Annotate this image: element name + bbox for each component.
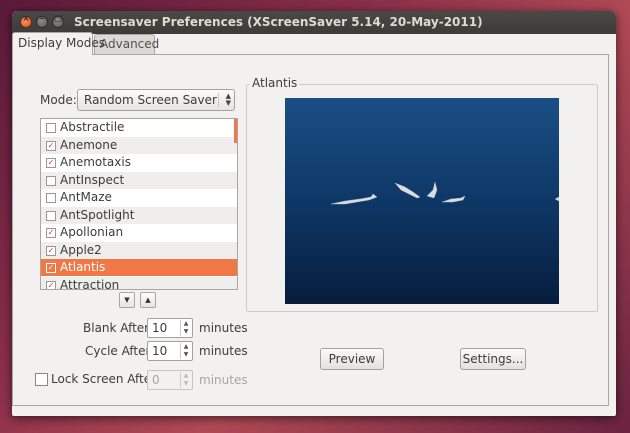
mode-select-value: Random Screen Saver xyxy=(84,93,217,107)
saver-name: Atlantis xyxy=(60,260,106,274)
saver-checkbox[interactable]: ✓ xyxy=(46,280,56,289)
saver-name: Apple2 xyxy=(60,242,102,257)
maximize-button[interactable]: □ xyxy=(52,14,64,28)
spinner-arrows-icon[interactable]: ▲ ▼ xyxy=(180,320,191,336)
cycle-after-spinner[interactable]: 10 ▲ ▼ xyxy=(147,341,193,361)
saver-name: Attraction xyxy=(60,277,120,290)
saver-name: AntInspect xyxy=(60,172,125,187)
mode-label: Mode: xyxy=(40,93,77,107)
close-icon: × xyxy=(22,14,30,24)
cycle-after-label: Cycle After xyxy=(85,344,151,358)
lock-screen-value: 0 xyxy=(152,373,160,387)
list-item[interactable]: AntMaze xyxy=(41,189,237,206)
mode-select[interactable]: Random Screen Saver ▲ ▼ xyxy=(77,89,235,111)
saver-checkbox[interactable] xyxy=(46,175,56,186)
shark-1 xyxy=(330,193,378,205)
spinner-arrows-icon: ▲ ▼ xyxy=(180,372,191,388)
saver-checkbox[interactable]: ✓ xyxy=(46,245,56,256)
saver-checkbox[interactable]: ✓ xyxy=(46,263,56,273)
saver-checkbox[interactable] xyxy=(46,210,56,221)
lock-screen-label: Lock Screen After xyxy=(51,372,157,386)
screensaver-list[interactable]: Abstractile ✓ Anemone ✓ Anemotaxis AntInspect… xyxy=(40,118,238,290)
saver-checkbox[interactable]: ✓ xyxy=(46,140,56,151)
minimize-icon: – xyxy=(39,14,45,24)
blank-after-label: Blank After xyxy=(83,321,150,335)
saver-name: Anemone xyxy=(60,137,118,152)
preview-frame-title: Atlantis xyxy=(250,76,300,90)
lock-screen-unit: minutes xyxy=(199,373,248,387)
saver-name: AntSpotlight xyxy=(60,207,135,222)
spinner-arrows-icon[interactable]: ▲ ▼ xyxy=(180,343,191,359)
move-up-button[interactable]: ▲ xyxy=(140,292,156,308)
preview-image xyxy=(285,98,560,304)
list-scrollbar[interactable] xyxy=(234,119,237,143)
chevron-down-icon: ▼ xyxy=(124,296,130,304)
saver-name: Apollonian xyxy=(60,225,124,239)
list-item[interactable]: ✓ Anemone xyxy=(41,136,237,154)
window-title: Screensaver Preferences (XScreenSaver 5.… xyxy=(74,15,483,29)
shark-5 xyxy=(554,196,560,202)
settings-button[interactable]: Settings... xyxy=(460,348,526,370)
list-item[interactable]: AntInspect xyxy=(41,171,237,189)
chevron-up-icon: ▲ xyxy=(145,296,151,304)
shark-2 xyxy=(394,182,421,199)
list-item[interactable]: ✓ Attraction xyxy=(41,276,237,290)
blank-after-spinner[interactable]: 10 ▲ ▼ xyxy=(147,318,193,338)
saver-checkbox[interactable]: ✓ xyxy=(46,158,56,168)
preview-button[interactable]: Preview xyxy=(320,348,384,370)
move-down-button[interactable]: ▼ xyxy=(119,292,135,308)
cycle-after-unit: minutes xyxy=(199,344,248,358)
title-bar[interactable]: × – □ Screensaver Preferences (XScreenSa… xyxy=(12,11,616,34)
list-item[interactable]: ✓ Apple2 xyxy=(41,241,237,259)
atlantis-scene xyxy=(330,181,560,205)
saver-checkbox[interactable] xyxy=(46,123,56,133)
saver-name: Abstractile xyxy=(60,120,125,134)
list-item[interactable]: ✓ Atlantis xyxy=(41,259,237,276)
saver-name: AntMaze xyxy=(60,190,112,204)
close-button[interactable]: × xyxy=(20,14,32,28)
blank-after-value: 10 xyxy=(152,321,168,335)
updown-arrows-icon: ▲ ▼ xyxy=(218,93,231,107)
maximize-icon: □ xyxy=(53,14,63,24)
cycle-after-value: 10 xyxy=(152,344,168,358)
blank-after-unit: minutes xyxy=(199,321,248,335)
list-item[interactable]: AntSpotlight xyxy=(41,206,237,224)
list-item[interactable]: Abstractile xyxy=(41,119,237,136)
lock-screen-checkbox[interactable] xyxy=(35,373,48,386)
saver-checkbox[interactable]: ✓ xyxy=(46,228,56,238)
minimize-button[interactable]: – xyxy=(36,14,48,28)
saver-checkbox[interactable] xyxy=(46,193,56,203)
shark-4 xyxy=(441,195,466,203)
screensaver-window: × – □ Screensaver Preferences (XScreenSa… xyxy=(12,11,616,416)
list-item[interactable]: ✓ Apollonian xyxy=(41,224,237,241)
shark-3 xyxy=(426,181,438,199)
tab-display-modes[interactable]: Display Modes xyxy=(12,32,105,55)
lock-screen-spinner[interactable]: 0 ▲ ▼ xyxy=(147,370,193,390)
list-item[interactable]: ✓ Anemotaxis xyxy=(41,154,237,171)
saver-name: Anemotaxis xyxy=(60,155,131,169)
